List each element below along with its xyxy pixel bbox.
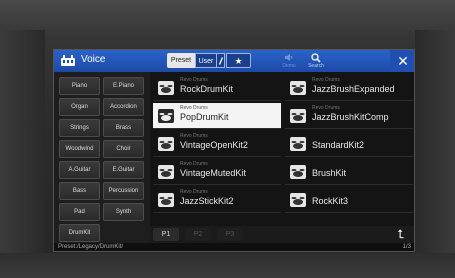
category-aguitar[interactable]: A.Guitar [59,161,100,179]
demo-button[interactable]: Demo [277,52,301,71]
page-tab-p2[interactable]: P2 [185,228,211,241]
category-pad[interactable]: Pad [59,203,100,221]
drumkit-icon [290,137,306,151]
category-eguitar[interactable]: E.Guitar [103,161,144,179]
voice-item-rockkit3[interactable]: RockKit3 [285,187,413,213]
bezel-left [0,30,45,260]
search-icon [311,53,321,63]
voice-bank: Revo Drums [180,105,208,111]
voice-screen: Voice Preset User ★ Demo Search ✕ Piano … [53,49,415,252]
category-epiano[interactable]: E.Piano [103,77,144,95]
voice-name: VintageMutedKit [180,168,246,178]
category-panel: Piano E.Piano Organ Accordion Strings Br… [54,72,150,251]
category-woodwind[interactable]: Woodwind [59,140,100,158]
voice-item-standardkit2[interactable]: StandardKit2 [285,131,413,157]
voice-name: StandardKit2 [312,140,365,150]
voice-item-popdrumkit[interactable]: Revo Drums PopDrumKit [153,103,281,129]
voice-bank: Revo Drums [180,161,208,167]
voice-list: Revo Drums RockDrumKit Revo Drums JazzBr… [150,72,414,226]
drumkit-icon [158,165,174,179]
bezel-top [0,0,455,40]
tab-user[interactable]: User [195,53,217,68]
bezel-right [415,30,455,260]
voice-name: VintageOpenKit2 [180,140,248,150]
drumkit-icon [290,109,306,123]
drumkit-icon [290,193,306,207]
voice-item-brushkit[interactable]: BrushKit [285,159,413,185]
category-piano[interactable]: Piano [59,77,100,95]
voice-bank: Revo Drums [312,105,340,111]
header-bar: Voice Preset User ★ Demo Search ✕ [54,50,414,72]
voice-item-vintagemutedkit[interactable]: Revo Drums VintageMutedKit [153,159,281,185]
category-brass[interactable]: Brass [103,119,144,137]
voice-name: JazzBrushKitComp [312,112,389,122]
voice-item-vintageopenkit2[interactable]: Revo Drums VintageOpenKit2 [153,131,281,157]
category-percussion[interactable]: Percussion [103,182,144,200]
voice-name: JazzStickKit2 [180,196,234,206]
voice-name: JazzBrushExpanded [312,84,395,94]
drumkit-icon [290,81,306,95]
tab-favorite[interactable]: ★ [226,53,251,68]
folder-up-icon[interactable]: ⮤ [392,227,410,242]
voice-name: PopDrumKit [180,112,229,122]
category-choir[interactable]: Choir [103,140,144,158]
drumkit-icon [158,137,174,151]
category-synth[interactable]: Synth [103,203,144,221]
drumkit-icon [158,81,174,95]
voice-bank: Revo Drums [312,77,340,83]
drumkit-icon [290,165,306,179]
voice-bank: Revo Drums [180,189,208,195]
tab-preset[interactable]: Preset [167,53,195,68]
bezel-bottom [0,253,455,278]
voice-item-jazzstickkit2[interactable]: Revo Drums JazzStickKit2 [153,187,281,213]
page-tab-p1[interactable]: P1 [153,228,179,241]
voice-name: RockKit3 [312,196,349,206]
drumkit-icon [158,109,174,123]
voice-name: BrushKit [312,168,347,178]
search-button[interactable]: Search [304,52,328,71]
edit-pencil-icon[interactable] [217,53,225,68]
drumkit-icon [158,193,174,207]
category-organ[interactable]: Organ [59,98,100,116]
voice-item-rockdrumkit[interactable]: Revo Drums RockDrumKit [153,75,281,101]
page-footer: P1 P2 P3 ⮤ [150,226,414,243]
category-accordion[interactable]: Accordion [103,98,144,116]
category-drumkit[interactable]: DrumKit [59,224,100,242]
demo-label: Demo [282,63,296,69]
search-label: Search [308,63,324,69]
voice-item-jazzbrushexpanded[interactable]: Revo Drums JazzBrushExpanded [285,75,413,101]
current-path: Preset:/Legacy/DrumKit/ [58,244,124,250]
page-indicator: 1/3 [402,244,411,250]
voice-name: RockDrumKit [180,84,234,94]
path-bar: Preset:/Legacy/DrumKit/ 1/3 [54,243,414,251]
category-bass[interactable]: Bass [59,182,100,200]
close-button[interactable]: ✕ [390,50,414,72]
voice-icon [61,55,75,66]
page-tab-p3[interactable]: P3 [217,228,243,241]
category-strings[interactable]: Strings [59,119,100,137]
voice-item-jazzbrushkitcomp[interactable]: Revo Drums JazzBrushKitComp [285,103,413,129]
voice-bank: Revo Drums [180,77,208,83]
page-title: Voice [81,54,106,65]
voice-bank: Revo Drums [180,133,208,139]
speaker-icon [285,54,293,61]
